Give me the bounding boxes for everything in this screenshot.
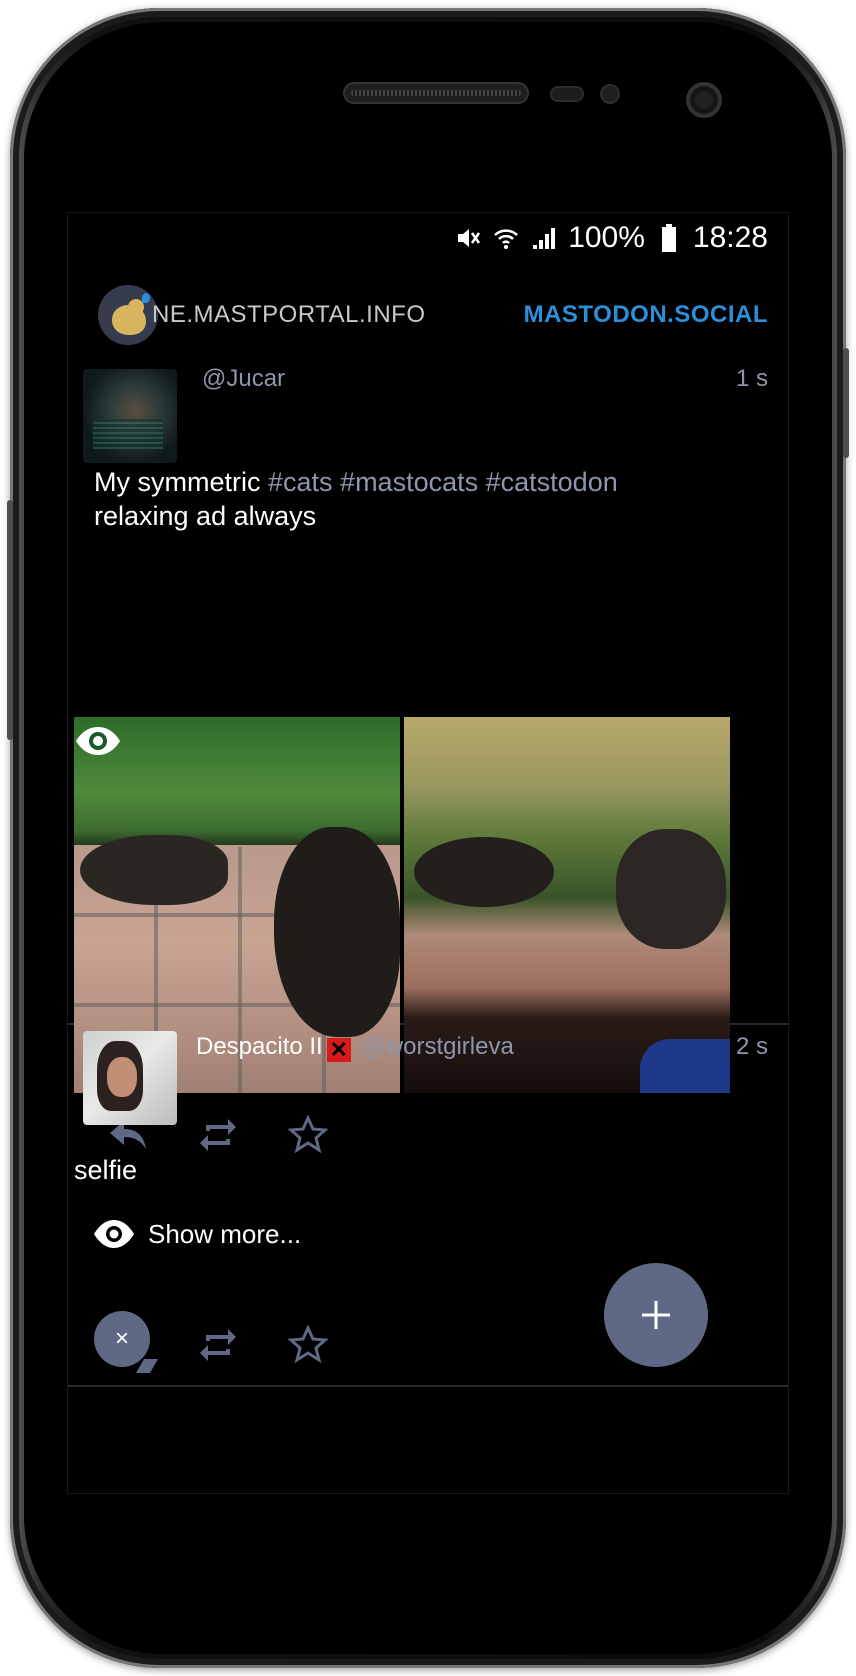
emoji-cross-badge: ✕ <box>326 1038 351 1062</box>
account-handle[interactable]: @Jucar <box>202 365 285 393</box>
post-time: 1 s <box>735 365 768 392</box>
logo-drop <box>142 293 150 303</box>
post-time: 2 s <box>735 1033 768 1060</box>
eye-icon <box>94 1220 134 1248</box>
app-screen: 100% 18:28 NE.MASTPORTAL.INFO MASTODON.S… <box>67 212 789 1494</box>
status-bar: 100% 18:28 <box>68 213 788 263</box>
account-display-name[interactable]: Despacito II ✕ @worstgirleva <box>196 1033 514 1062</box>
display-name-text: Despacito II <box>196 1033 323 1060</box>
post-text-continued: relaxing ad always <box>94 501 317 531</box>
post-content: selfie <box>74 1155 138 1185</box>
tab-instance-mastportal[interactable]: NE.MASTPORTAL.INFO <box>152 301 425 329</box>
light-sensor <box>600 84 620 104</box>
status-post[interactable]: @Jucar 1 s My symmetric #cats #mastocats… <box>68 363 788 1154</box>
hashtag-mastocats[interactable]: #mastocats <box>340 467 478 497</box>
app-logo[interactable] <box>98 285 158 345</box>
eye-icon[interactable] <box>74 721 122 761</box>
close-icon[interactable]: × <box>94 1311 150 1367</box>
account-handle[interactable]: @worstgirleva <box>361 1033 513 1060</box>
post-text: My symmetric <box>94 467 268 497</box>
hashtag-cats[interactable]: #cats <box>268 467 333 497</box>
wifi-icon <box>492 224 520 252</box>
plus-icon <box>642 1301 670 1329</box>
photo-subject <box>274 827 400 1037</box>
battery-icon <box>655 224 683 252</box>
signal-icon <box>530 224 558 252</box>
proximity-sensor <box>550 86 584 102</box>
boost-icon[interactable] <box>198 1325 238 1365</box>
show-more-label: Show more... <box>148 1218 302 1249</box>
mute-icon <box>454 224 482 252</box>
favourite-icon[interactable] <box>288 1325 328 1365</box>
show-more-button[interactable]: Show more... <box>92 1217 301 1251</box>
post-content: My symmetric #cats #mastocats #catstodon… <box>94 465 734 533</box>
compose-button[interactable] <box>604 1263 708 1367</box>
clock: 18:28 <box>692 221 768 254</box>
photo-subject <box>616 829 726 949</box>
avatar[interactable] <box>83 369 177 463</box>
hashtag-catstodon[interactable]: #catstodon <box>486 467 618 497</box>
earpiece-speaker <box>343 82 529 104</box>
avatar[interactable] <box>83 1031 177 1125</box>
battery-percent: 100% <box>568 221 645 254</box>
photo-subject <box>80 835 228 905</box>
photo-subject <box>414 837 554 907</box>
front-camera <box>686 82 722 118</box>
volume-button <box>7 500 13 740</box>
power-button <box>843 348 849 458</box>
tab-instance-mastodon-social[interactable]: MASTODON.SOCIAL <box>524 301 768 329</box>
timeline-header: NE.MASTPORTAL.INFO MASTODON.SOCIAL <box>68 273 788 353</box>
